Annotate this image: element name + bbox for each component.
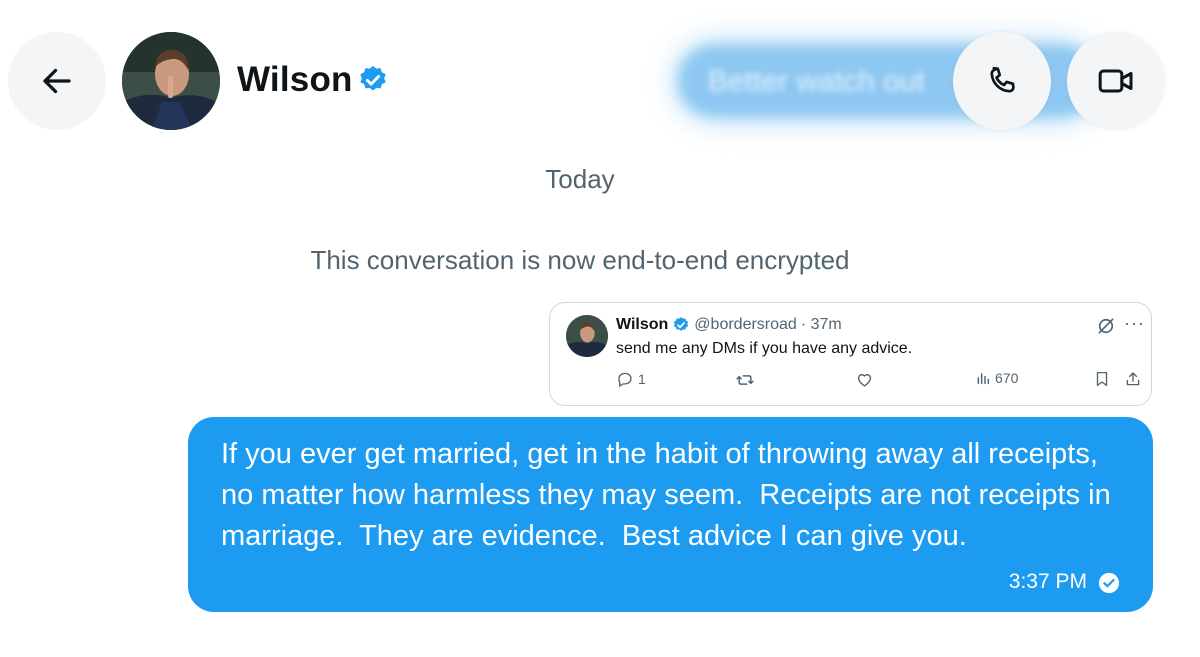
reply-count: 1 [638, 371, 646, 387]
read-receipt-icon [1098, 572, 1120, 594]
blurred-preview-text: Better watch out [708, 65, 925, 98]
phone-icon [990, 66, 1015, 93]
quoted-tweet-card[interactable]: Wilson @bordersroad · 37m ··· send me an… [549, 302, 1152, 406]
video-camera-icon [1098, 69, 1133, 93]
grok-icon[interactable] [1096, 316, 1116, 336]
bookmark-icon [1096, 371, 1108, 387]
message-text: If you ever get married, get in the habi… [221, 438, 1119, 552]
tweet-timestamp[interactable]: · 37m [801, 316, 842, 334]
avatar-image [122, 32, 220, 130]
like-button[interactable] [855, 370, 874, 389]
repost-icon [736, 375, 754, 385]
tweet-header: Wilson @bordersroad · 37m [616, 316, 842, 334]
tweet-text: send me any DMs if you have any advice. [616, 340, 913, 357]
contact-name[interactable]: Wilson [237, 60, 353, 100]
tweet-author-avatar[interactable] [566, 315, 608, 357]
views-count: 670 [995, 370, 1019, 386]
encryption-notice: This conversation is now end-to-end encr… [310, 245, 850, 275]
views-button[interactable]: 670 [975, 370, 1018, 386]
sent-message-bubble[interactable]: If you ever get married, get in the habi… [188, 417, 1153, 612]
share-icon [1126, 372, 1140, 386]
heart-icon [857, 374, 872, 387]
share-button[interactable] [1124, 370, 1142, 388]
more-options-icon[interactable]: ··· [1124, 313, 1145, 334]
verified-badge-icon [360, 66, 386, 91]
conversation-header: Wilson Better watch out [0, 0, 1200, 160]
verified-badge-icon [674, 317, 689, 331]
reply-button[interactable]: 1 [616, 370, 646, 388]
message-timestamp: 3:37 PM [1008, 570, 1087, 593]
tweet-avatar-image [566, 315, 608, 357]
tweet-author-name[interactable]: Wilson [616, 316, 668, 334]
arrow-left-icon [43, 68, 71, 94]
repost-button[interactable] [735, 370, 755, 390]
bookmark-button[interactable] [1093, 370, 1111, 388]
audio-call-button[interactable] [953, 32, 1051, 130]
avatar[interactable] [122, 32, 220, 130]
reply-icon [618, 372, 632, 387]
date-separator: Today [545, 164, 615, 194]
views-icon [977, 373, 990, 385]
video-call-button[interactable] [1067, 32, 1165, 130]
back-button[interactable] [8, 32, 106, 130]
tweet-author-handle[interactable]: @bordersroad [694, 316, 797, 334]
tweet-actions: 1 670 [550, 370, 1151, 392]
